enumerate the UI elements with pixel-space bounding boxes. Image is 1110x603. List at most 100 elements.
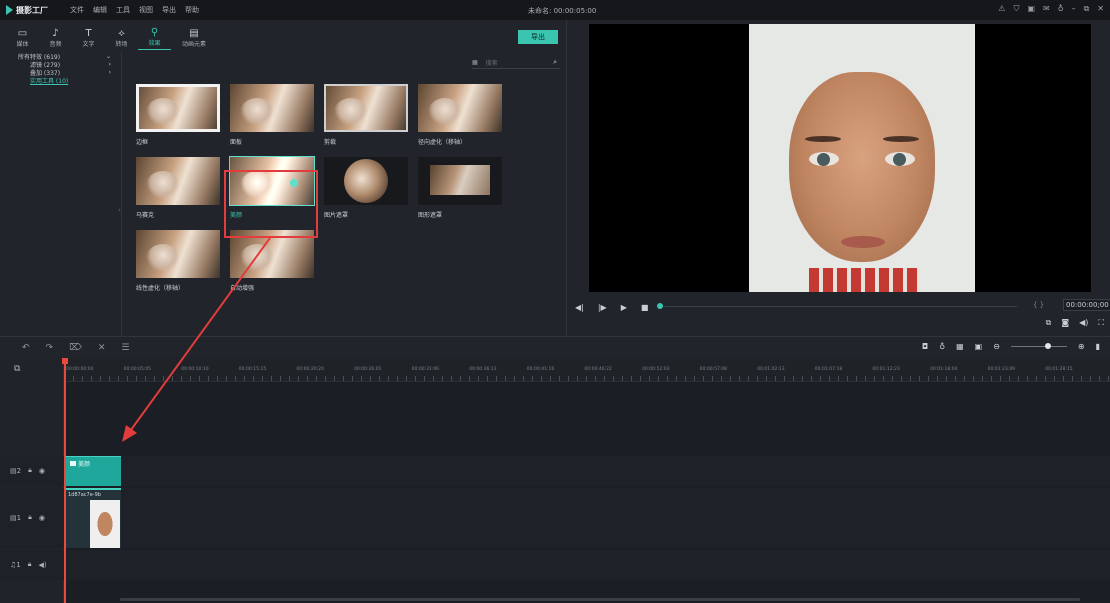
category-filters[interactable]: 滤镜 (279) › [0,60,121,69]
effect-clip-beauty[interactable]: 美颜 [66,456,121,486]
add-track-icon[interactable]: ⧉ [14,364,20,374]
menu-edit[interactable]: 编辑 [93,5,107,15]
adjust-icon[interactable]: ☰ [121,343,129,353]
zoom-in-icon[interactable]: ⊕ [1078,342,1085,351]
zoom-knob[interactable] [1044,343,1051,349]
effect-card-mosaic[interactable]: 马赛克 [136,157,226,219]
display-settings-icon[interactable]: ⧉ [1046,318,1052,328]
undo-icon[interactable]: ↶ [22,343,30,353]
effect-card-border[interactable]: 边框 [136,84,226,146]
cut-icon[interactable]: ✕ [98,343,106,353]
category-all[interactable]: 所有特效 (619) ⌄ [0,52,121,61]
ruler-time-label: 00:01:02:13 [757,367,785,372]
track-video-2-header: ▤2 🔒︎ ◉ [10,466,45,475]
delete-icon[interactable]: ⌦ [69,343,82,353]
time-ruler[interactable]: 00:00:00:00 00:00:05:05 00:00:10:10 00:00:1… [64,358,1110,382]
transition-icon: ⟡ [118,28,125,39]
rewind-icon[interactable]: ◀| [575,303,584,312]
search-icon[interactable]: ⌕ [553,58,557,67]
eye-icon[interactable]: ◉ [39,514,45,522]
lock-icon[interactable]: 🔒︎ [28,466,32,475]
video-clip[interactable]: 1d87ac7e-9b [66,488,121,548]
restore-icon[interactable]: ⧉ [1084,4,1090,14]
category-utilities-label: 实用工具 (10) [30,77,69,85]
save-icon[interactable]: ▣ [1027,4,1035,14]
tab-effects[interactable]: ⚲ 效果 [138,22,171,50]
audio-track-icon: ♫1 [10,560,21,569]
stop-icon[interactable]: ■ [641,303,649,312]
playhead[interactable] [62,358,68,603]
effect-card-linear-blur[interactable]: 线性虚化（移轴） [136,230,226,292]
menu-help[interactable]: 帮助 [185,5,199,15]
export-button[interactable]: 导出 [518,30,558,44]
fullscreen-icon[interactable]: ⛶ [1098,318,1104,328]
window-controls: ⚠ ⛉ ▣ ✉ ♁ – ⧉ ✕ [998,4,1104,14]
play-icon[interactable]: ▶ [621,303,627,312]
menu-tools[interactable]: 工具 [116,5,130,15]
effect-card-shape-mask[interactable]: 图形遮罩 [418,157,508,219]
effect-card-crop[interactable]: 剪裁 [324,84,414,146]
mail-icon[interactable]: ✉ [1043,4,1050,14]
minimize-icon[interactable]: – [1072,4,1076,14]
horizontal-scrollbar[interactable] [120,598,1080,601]
effect-thumbnail [418,157,502,205]
ruler-time-label: 00:01:12:23 [872,367,900,372]
ruler-time-label: 00:00:20:20 [296,367,324,372]
redo-icon[interactable]: ↷ [46,343,54,353]
effect-label: 自动增强 [230,285,255,292]
search-box[interactable]: ▦ 搜索 ⌕ [472,56,560,69]
split-icon[interactable]: ▣ [975,342,983,351]
effect-card-auto-enhance[interactable]: 自动增强 [230,230,320,292]
grid-view-icon[interactable]: ▦ [472,59,478,66]
track-audio-1-header: ♫1 🔒︎ ◀) [10,560,47,569]
eye-icon[interactable]: ◉ [39,467,45,475]
progress-knob[interactable] [657,303,663,309]
playback-progress[interactable] [657,303,1017,309]
volume-icon[interactable]: ◀) [1079,318,1088,328]
lock-icon[interactable]: 🔒︎ [28,560,32,569]
effect-card-radial-blur[interactable]: 径向虚化（移轴） [418,84,508,146]
record-voice-icon[interactable]: ♁ [939,342,945,351]
app-logo: 摄影工厂 [6,5,60,16]
zoom-out-icon[interactable]: ⊖ [993,342,1000,351]
menu-bar: 文件 编辑 工具 视图 导出 帮助 [70,5,199,15]
effect-card-image-mask[interactable]: 图片遮罩 [324,157,414,219]
tab-text[interactable]: T 文字 [72,22,105,50]
user-icon[interactable]: ⚠ [998,4,1005,14]
tab-transitions[interactable]: ⟡ 转场 [105,22,138,50]
marker-icon[interactable]: ◘ [922,342,928,351]
search-input[interactable]: 搜索 [486,58,498,67]
effect-thumbnail [136,157,220,205]
timeline-toolbar: ↶ ↷ ⌦ ✕ ☰ ◘ ♁ ▦ ▣ ⊖ ⊕ ▮ [0,336,1110,358]
speaker-icon[interactable]: ◀) [38,561,46,569]
mark-in-out[interactable]: { } [1033,301,1044,309]
mixer-icon[interactable]: ▦ [956,342,964,351]
timecode-display: 00:00:00;00 [1063,299,1110,311]
cart-icon[interactable]: ⛉ [1013,4,1019,14]
ruler-time-label: 00:00:10:10 [181,367,209,372]
chevron-right-icon: › [108,68,111,76]
photo-eye [809,152,839,166]
collapse-panel-icon[interactable]: ‹ [118,206,121,214]
tab-media[interactable]: ▭ 媒体 [6,22,39,50]
category-utilities[interactable]: 实用工具 (10) [0,76,121,85]
tab-elements[interactable]: ▤ 动画元素 [171,22,217,50]
library-toolbar: ▭ 媒体 ♪ 音频 T 文字 ⟡ 转场 ⚲ 效果 ▤ 动画元素 [0,20,566,50]
effect-card-panel[interactable]: 面板 [230,84,320,146]
music-icon: ♪ [52,28,59,39]
track-number: 1 [16,560,21,569]
snapshot-icon[interactable]: ◙ [1061,318,1069,328]
menu-file[interactable]: 文件 [70,5,84,15]
menu-export[interactable]: 导出 [162,5,176,15]
zoom-slider[interactable] [1010,343,1067,349]
effects-icon: ⚲ [150,27,159,38]
photo-brow [805,136,841,142]
menu-view[interactable]: 视图 [139,5,153,15]
panel-toggle-icon[interactable]: ▮ [1096,342,1100,351]
tab-audio[interactable]: ♪ 音频 [39,22,72,50]
video-clip-thumbnail [90,500,120,548]
step-forward-icon[interactable]: |▶ [598,303,607,312]
lock-icon[interactable]: 🔒︎ [28,513,32,522]
mic-icon[interactable]: ♁ [1058,4,1064,14]
close-icon[interactable]: ✕ [1097,4,1104,14]
